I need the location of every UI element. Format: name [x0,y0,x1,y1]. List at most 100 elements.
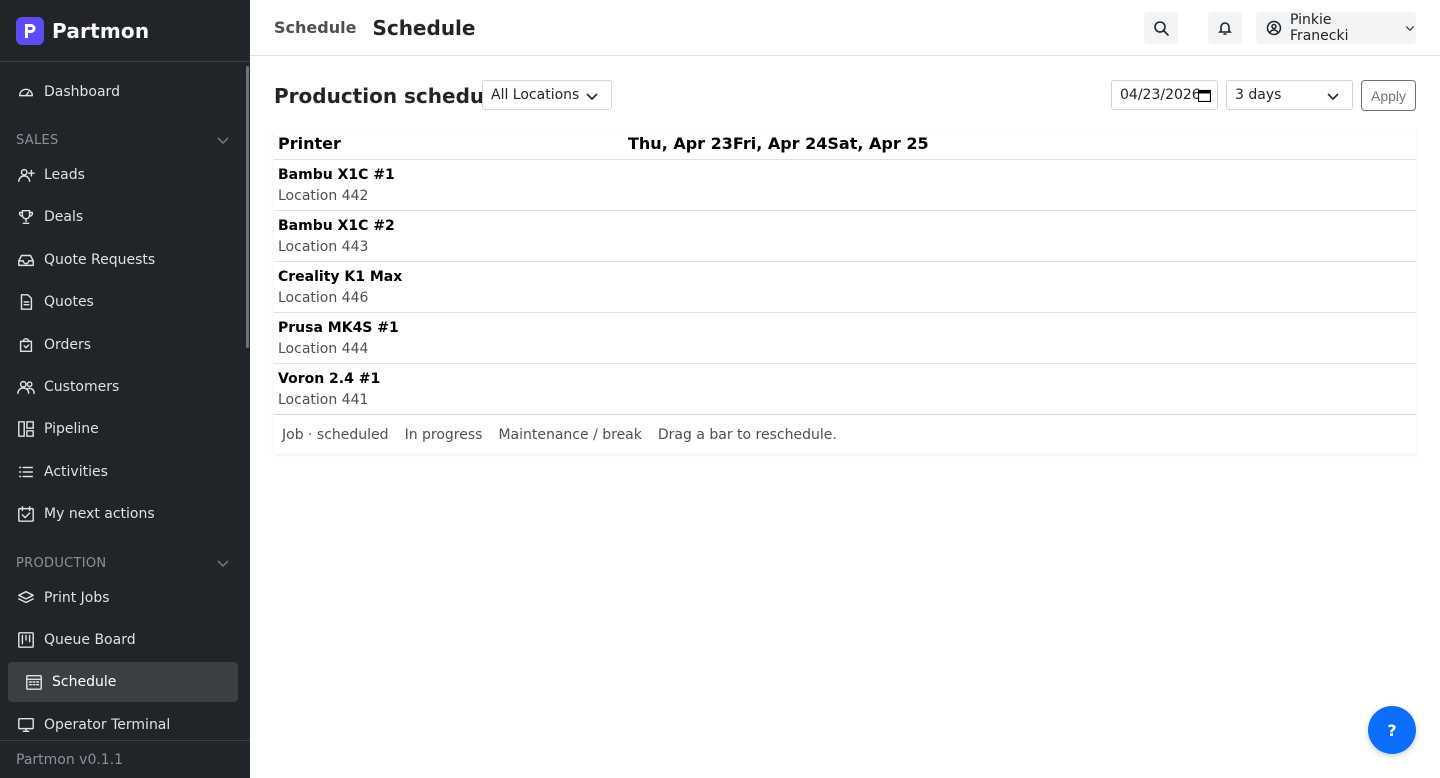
sidebar-item-my-next-actions[interactable]: My next actions [0,494,250,534]
sidebar-item-label: Schedule [52,674,117,690]
chevron-down-icon [217,560,229,568]
printer-name: Prusa MK4S #1 [278,320,399,336]
help-button[interactable]: ? [1368,706,1416,754]
bell-icon [1218,22,1232,35]
sidebar-item-activities[interactable]: Activities [0,452,250,492]
monitor-icon [16,715,36,735]
day-header: Thu, Apr 23 [628,134,733,153]
legend-item-in-progress: In progress [404,426,483,443]
legend-hint: Drag a bar to reschedule. [657,426,837,443]
user-menu-button[interactable]: Pinkie Franecki [1256,12,1416,44]
legend-item-scheduled: Job · scheduled [282,426,389,443]
printer-name: Voron 2.4 #1 [278,371,381,387]
chevron-down-icon [586,93,598,101]
day-header: Sat, Apr 25 [827,134,929,153]
sidebar-item-leads[interactable]: Leads [0,155,250,195]
breadcrumb[interactable]: Schedule [274,18,356,37]
list-icon [16,462,36,482]
notifications-button[interactable] [1208,12,1242,44]
column-header-printer: Printer [278,134,341,153]
section-sales[interactable]: SALES [0,125,250,155]
partmon-logo-icon [16,16,44,45]
section-sales-label: SALES [16,132,59,148]
page-title: Schedule [372,15,476,40]
sidebar-item-quotes[interactable]: Quotes [0,282,250,322]
apply-button[interactable]: Apply [1361,80,1416,111]
sidebar: Partmon Dashboard SALES Leads Deals Quot… [0,0,250,778]
brand-name: Partmon [52,18,150,43]
start-date-value: 04/23/2026 [1120,87,1201,103]
sidebar-item-pipeline[interactable]: Pipeline [0,409,250,449]
printer-location: Location 441 [278,392,369,408]
sidebar-item-label: Orders [44,337,92,353]
sidebar-item-print-jobs[interactable]: Print Jobs [0,578,250,618]
table-row: Creality K1 Max Location 446 [274,262,1416,313]
sidebar-item-queue-board[interactable]: Queue Board [0,620,250,660]
trophy-icon [16,207,36,227]
legend-item-maintenance: Maintenance / break [498,426,642,443]
bag-icon [16,335,36,355]
printer-name: Bambu X1C #1 [278,167,395,183]
start-date-input[interactable]: 04/23/2026 [1111,80,1218,110]
sidebar-item-label: Leads [44,167,85,183]
printer-location: Location 446 [278,290,369,306]
chevron-down-icon [1327,93,1339,101]
sidebar-item-label: Dashboard [44,84,120,100]
top-header: Schedule Schedule Pinkie Franecki [250,0,1440,56]
printer-location: Location 442 [278,188,369,204]
inbox-icon [16,250,36,270]
printer-location: Location 444 [278,341,369,357]
table-row: Voron 2.4 #1 Location 441 [274,364,1416,415]
chevron-down-icon [217,137,229,145]
search-icon [1154,21,1169,36]
printer-location: Location 443 [278,239,369,255]
section-production[interactable]: PRODUCTION [0,548,250,578]
user-name: Pinkie Franecki [1289,12,1349,44]
main-content: Production schedule All Locations 04/23/… [250,56,1440,778]
calendar-grid-icon [24,672,44,692]
day-headers: Thu, Apr 23 Fri, Apr 24 Sat, Apr 25 [628,134,929,153]
section-production-label: PRODUCTION [16,555,107,571]
document-icon [16,292,36,312]
location-select-value: All Locations [491,87,580,103]
search-button[interactable] [1144,12,1178,44]
chevron-down-icon [1405,26,1415,32]
sidebar-item-schedule[interactable]: Schedule [8,662,238,702]
sidebar-item-dashboard[interactable]: Dashboard [0,72,250,112]
range-select-value: 3 days [1235,87,1282,103]
sidebar-scrollbar[interactable] [246,66,249,348]
sidebar-footer-version: Partmon v0.1.1 [0,740,250,778]
sidebar-item-quote-requests[interactable]: Quote Requests [0,240,250,280]
sidebar-item-label: Queue Board [44,632,136,648]
user-plus-icon [16,165,36,185]
dashboard-icon [16,82,36,102]
layers-icon [16,588,36,608]
range-select[interactable]: 3 days [1226,80,1353,110]
sidebar-nav: Dashboard SALES Leads Deals Quote Reques… [0,63,250,740]
brand[interactable]: Partmon [0,0,250,62]
sidebar-item-label: Deals [44,209,84,225]
sidebar-item-label: Activities [44,464,108,480]
sidebar-item-label: Customers [44,379,120,395]
sidebar-item-orders[interactable]: Orders [0,325,250,365]
calendar-icon[interactable] [1198,89,1211,102]
table-row: Bambu X1C #1 Location 442 [274,160,1416,211]
section-title: Production schedule [274,84,505,108]
location-select[interactable]: All Locations [482,80,612,110]
users-icon [16,377,36,397]
day-header: Fri, Apr 24 [732,134,828,153]
sidebar-item-customers[interactable]: Customers [0,367,250,407]
schedule-legend: Job · scheduled In progress Maintenance … [274,414,1416,454]
sidebar-item-operator-terminal[interactable]: Operator Terminal [0,705,250,740]
table-row: Prusa MK4S #1 Location 444 [274,313,1416,364]
sidebar-item-deals[interactable]: Deals [0,197,250,237]
sidebar-item-label: Quote Requests [44,252,156,268]
printer-name: Bambu X1C #2 [278,218,395,234]
schedule-table: Printer Thu, Apr 23 Fri, Apr 24 Sat, Apr… [274,130,1416,454]
pipeline-icon [16,419,36,439]
sidebar-item-label: Quotes [44,294,94,310]
sidebar-item-label: Pipeline [44,421,99,437]
user-circle-icon [1266,20,1282,36]
sidebar-item-label: Operator Terminal [44,717,171,733]
table-header: Printer Thu, Apr 23 Fri, Apr 24 Sat, Apr… [274,130,1416,160]
